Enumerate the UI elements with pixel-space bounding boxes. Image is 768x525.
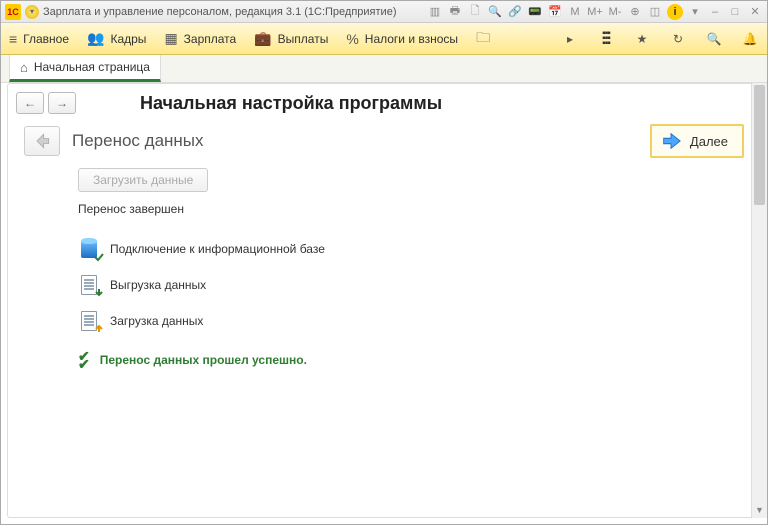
database-icon	[78, 238, 100, 260]
nav-payments[interactable]: 💼 Выплаты	[254, 30, 328, 47]
apps-grid-icon[interactable]: ▪▪▪▪▪▪▪▪▪	[597, 31, 615, 46]
search-icon[interactable]: 🔍	[487, 4, 503, 20]
toolbar-icon[interactable]: ▥	[427, 4, 443, 20]
step-success-label: Перенос данных прошел успешно.	[100, 353, 307, 367]
import-doc-icon	[78, 310, 100, 332]
transfer-steps: Подключение к информационной базе Выгруз…	[8, 220, 760, 372]
wallet-icon: 💼	[254, 30, 271, 47]
nav-payments-label: Выплаты	[278, 32, 329, 46]
document-icon[interactable]: 🗋	[467, 4, 483, 20]
step-connect-label: Подключение к информационной базе	[110, 242, 325, 256]
nav-salary-label: Зарплата	[184, 32, 237, 46]
star-icon[interactable]: ★	[633, 32, 651, 46]
scroll-down-icon[interactable]: ▼	[752, 502, 767, 518]
nav-taxes[interactable]: % Налоги и взносы	[346, 31, 458, 47]
app-menu-dropdown[interactable]: ▾	[25, 5, 39, 19]
transfer-status-label: Перенос завершен	[78, 202, 744, 216]
step-export: Выгрузка данных	[78, 274, 744, 296]
tab-bar: ⌂ Начальная страница	[1, 55, 767, 83]
percent-icon: %	[346, 31, 358, 47]
history-icon[interactable]: ↻	[669, 32, 687, 46]
nav-main-label: Главное	[23, 32, 69, 46]
nav-taxes-label: Налоги и взносы	[365, 32, 458, 46]
step-success: ✔✔ Перенос данных прошел успешно.	[78, 352, 744, 368]
tab-home[interactable]: ⌂ Начальная страница	[9, 55, 161, 82]
m-icon[interactable]: M	[567, 4, 583, 20]
folder-icon: 🗀	[476, 27, 490, 51]
maximize-icon[interactable]: □	[727, 4, 743, 20]
step-export-label: Выгрузка данных	[110, 278, 206, 292]
menu-icon: ≡	[9, 31, 17, 47]
link-icon[interactable]: 🔗	[507, 4, 523, 20]
window-title: Зарплата и управление персоналом, редакц…	[43, 6, 427, 18]
tab-home-label: Начальная страница	[34, 60, 150, 74]
history-forward-button[interactable]: →	[48, 92, 76, 114]
nav-more[interactable]: 🗀	[476, 27, 490, 51]
m-plus-icon[interactable]: M+	[587, 4, 603, 20]
calc-icon[interactable]: 📟	[527, 4, 543, 20]
content-area: ← → Начальная настройка программы Перено…	[7, 83, 761, 518]
nav-salary[interactable]: ▦ Зарплата	[164, 30, 236, 47]
calendar-icon[interactable]: 📅	[547, 4, 563, 20]
info-icon[interactable]: i	[667, 4, 683, 20]
export-doc-icon	[78, 274, 100, 296]
app-logo: 1C	[5, 4, 21, 20]
step-import: Загрузка данных	[78, 310, 744, 332]
step-connect: Подключение к информационной базе	[78, 238, 744, 260]
m-minus-icon[interactable]: M-	[607, 4, 623, 20]
nav-staff[interactable]: 👥 Кадры	[87, 30, 146, 47]
zoom-icon[interactable]: ⊕	[627, 4, 643, 20]
table-icon: ▦	[164, 30, 177, 47]
info-drop-icon[interactable]: ▾	[687, 4, 703, 20]
print-icon[interactable]: 🖶	[447, 4, 463, 20]
nav-main[interactable]: ≡ Главное	[9, 31, 69, 47]
nav-staff-label: Кадры	[110, 32, 146, 46]
page-title: Начальная настройка программы	[140, 93, 442, 114]
title-bar: 1C ▾ Зарплата и управление персоналом, р…	[1, 1, 767, 23]
wizard-next-label: Далее	[690, 134, 728, 149]
wizard-next-button[interactable]: Далее	[650, 124, 744, 158]
load-data-button: Загрузить данные	[78, 168, 208, 192]
vertical-scrollbar[interactable]: ▲ ▼	[751, 83, 767, 518]
nav-arrow-icon[interactable]: ▸	[561, 32, 579, 46]
close-icon[interactable]: ✕	[747, 4, 763, 20]
success-check-icon: ✔✔	[78, 352, 90, 368]
home-icon: ⌂	[20, 60, 28, 75]
wizard-back-button[interactable]	[24, 126, 60, 156]
main-navbar: ≡ Главное 👥 Кадры ▦ Зарплата 💼 Выплаты % Нало…	[1, 23, 767, 55]
people-icon: 👥	[87, 30, 104, 47]
scroll-thumb[interactable]	[754, 85, 765, 205]
panels-icon[interactable]: ◫	[647, 4, 663, 20]
minimize-icon[interactable]: –	[707, 4, 723, 20]
step-import-label: Загрузка данных	[110, 314, 203, 328]
wizard-step-title: Перенос данных	[72, 131, 650, 151]
search-tool-icon[interactable]: 🔍	[705, 32, 723, 46]
bell-icon[interactable]: 🔔	[741, 32, 759, 46]
history-back-button[interactable]: ←	[16, 92, 44, 114]
